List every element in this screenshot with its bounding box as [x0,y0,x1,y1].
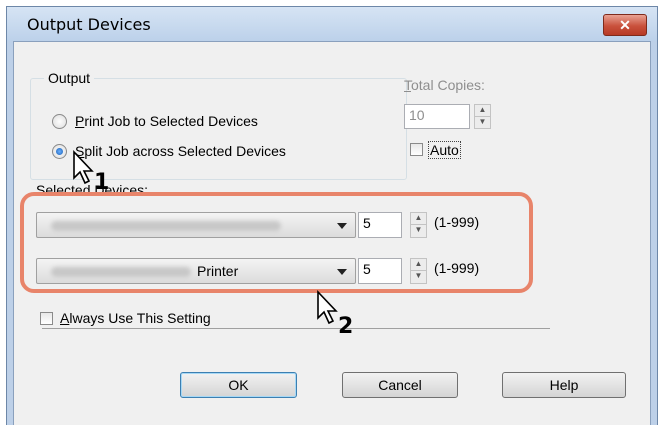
title-bar[interactable]: Output Devices ✕ [7,7,657,41]
always-use-checkbox[interactable] [40,312,53,325]
auto-label: Auto [428,141,461,159]
mouse-cursor-icon [73,150,94,185]
spin-down-icon[interactable]: ▼ [475,117,490,129]
close-button[interactable]: ✕ [603,14,647,36]
mouse-cursor-icon [317,290,338,325]
step-2-label: 2 [338,314,354,339]
cancel-button[interactable]: Cancel [342,372,458,398]
radio-print-job[interactable]: Print Job to Selected Devices [52,113,258,129]
radio-split-job-button[interactable] [52,143,67,159]
step-1-label: 1 [94,170,110,195]
always-use-label: Always Use This Setting [60,310,211,326]
separator-line [42,328,550,329]
ok-button[interactable]: OK [180,372,297,398]
radio-split-job-label: Split Job across Selected Devices [75,143,286,159]
output-group-label: Output [44,70,95,86]
auto-checkbox[interactable] [410,143,423,156]
highlight-callout [20,192,533,293]
total-copies-input[interactable]: 10 [404,104,470,129]
total-copies-spinner[interactable]: ▲ ▼ [474,104,491,129]
total-copies-label: Total Copies: [404,77,485,93]
radio-print-job-label: Print Job to Selected Devices [75,113,258,129]
spin-up-icon[interactable]: ▲ [475,105,490,117]
radio-print-job-button[interactable] [52,113,67,129]
dialog-title: Output Devices [27,15,151,34]
help-button[interactable]: Help [502,372,626,398]
